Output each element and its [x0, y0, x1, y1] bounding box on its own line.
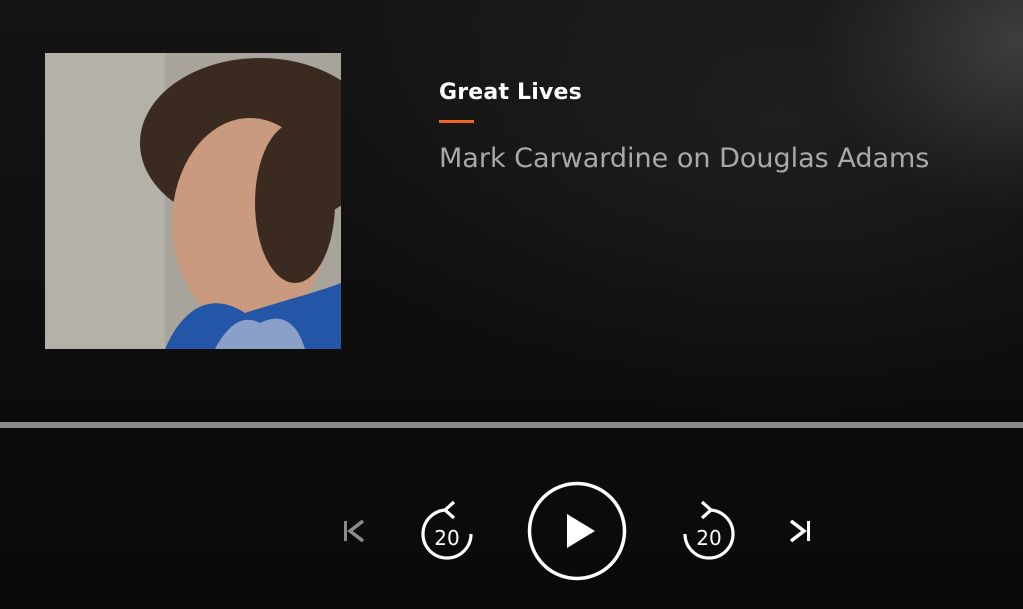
- episode-artwork: [45, 53, 341, 349]
- rewind-icon: [421, 500, 473, 560]
- play-button[interactable]: [527, 481, 627, 581]
- previous-button[interactable]: [336, 512, 372, 550]
- episode-artwork-image: [45, 53, 341, 349]
- forward-button[interactable]: 20: [676, 496, 742, 564]
- forward-icon: [683, 500, 735, 560]
- play-icon: [527, 481, 627, 581]
- rewind-button[interactable]: 20: [414, 496, 480, 564]
- title-accent-bar: [439, 120, 474, 123]
- audio-player: Great Lives Mark Carwardine on Douglas A…: [0, 0, 1023, 609]
- skip-next-icon: [789, 519, 810, 543]
- show-title[interactable]: Great Lives: [439, 80, 582, 105]
- next-button[interactable]: [782, 512, 818, 550]
- progress-bar[interactable]: [0, 422, 1023, 428]
- skip-previous-icon: [344, 519, 365, 543]
- episode-title: Mark Carwardine on Douglas Adams: [439, 143, 930, 174]
